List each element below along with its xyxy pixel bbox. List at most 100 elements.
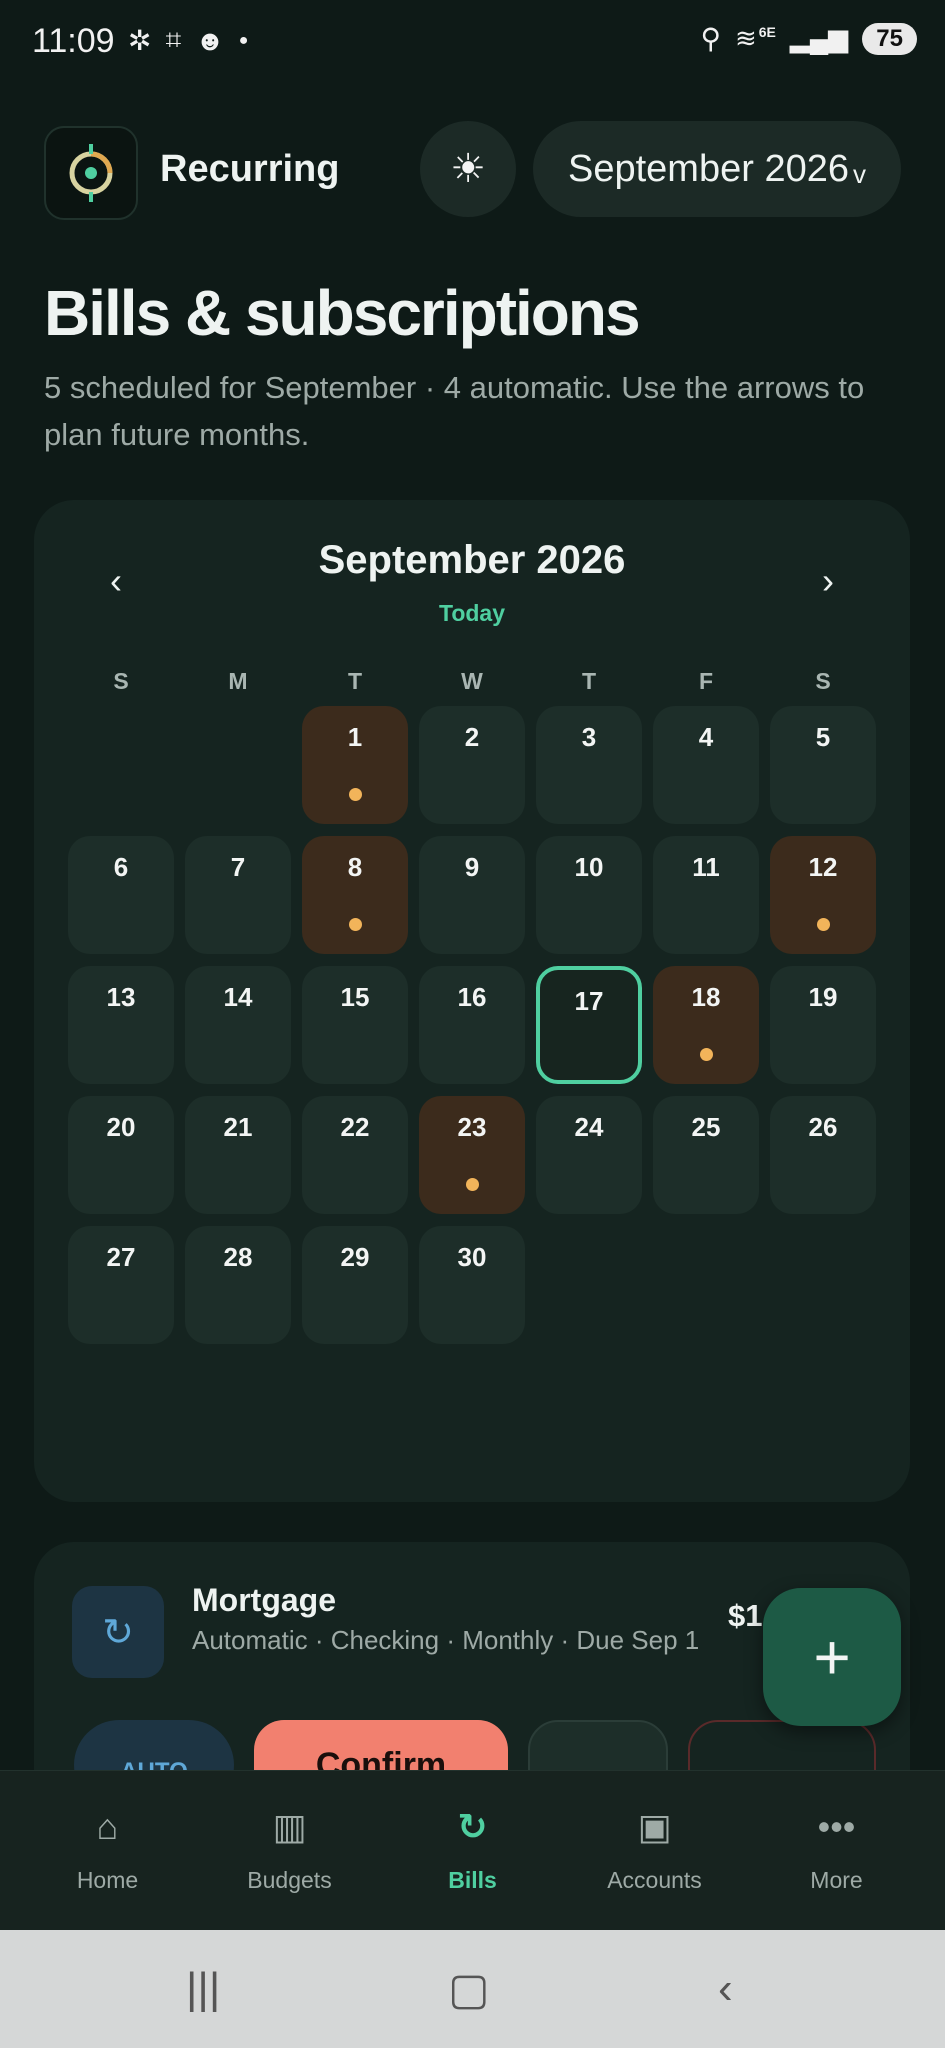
theme-toggle-button[interactable]: ☀ bbox=[420, 121, 516, 217]
page-subtitle: 5 scheduled for September · 4 automatic.… bbox=[44, 370, 865, 452]
calendar-day-number: 20 bbox=[106, 1112, 136, 1142]
calendar-day[interactable]: 16 bbox=[419, 966, 525, 1084]
prev-month-button[interactable]: ‹ bbox=[110, 560, 122, 602]
accounts-icon: ▣ bbox=[637, 1806, 672, 1847]
calendar-day-number: 26 bbox=[808, 1112, 838, 1142]
calendar-day[interactable]: 27 bbox=[68, 1226, 174, 1344]
budgets-icon: ▥ bbox=[272, 1806, 307, 1847]
calendar-day[interactable]: 4 bbox=[653, 706, 759, 824]
month-selector-label: September 2026 bbox=[568, 147, 849, 190]
today-button[interactable]: Today bbox=[34, 600, 910, 627]
calendar-day[interactable]: 1 bbox=[302, 706, 408, 824]
signal-icon: ▂▄▆ bbox=[789, 23, 849, 53]
calendar-day-number: 15 bbox=[340, 982, 370, 1012]
calendar-day[interactable]: 19 bbox=[770, 966, 876, 1084]
status-system-icons: ⚲ ≋ 6E ▂▄▆ 75 bbox=[700, 22, 917, 55]
app-logo bbox=[44, 126, 138, 220]
calendar-day[interactable]: 22 bbox=[302, 1096, 408, 1214]
calendar-day[interactable]: 15 bbox=[302, 966, 408, 1084]
location-icon: ⚲ bbox=[700, 23, 721, 54]
calendar-day[interactable]: 17 bbox=[536, 966, 642, 1084]
calendar-day-number: 13 bbox=[106, 982, 136, 1012]
nav-item-more[interactable]: ••• More bbox=[742, 1771, 931, 1931]
nav-label-budgets: Budgets bbox=[247, 1867, 332, 1893]
scan-icon: ⌗ bbox=[165, 24, 182, 55]
nav-label-accounts: Accounts bbox=[607, 1867, 702, 1893]
calendar-day-number: 24 bbox=[574, 1112, 604, 1142]
calendar-day-number: 2 bbox=[464, 722, 480, 752]
calendar-day[interactable]: 7 bbox=[185, 836, 291, 954]
calendar-day-number: 21 bbox=[223, 1112, 253, 1142]
weekday-header: T bbox=[581, 668, 597, 694]
status-notification-icons: ✲ ⌗ ☻ ● bbox=[128, 24, 248, 57]
calendar-day[interactable]: 8 bbox=[302, 836, 408, 954]
weekday-header: S bbox=[113, 668, 129, 694]
calendar-day[interactable]: 20 bbox=[68, 1096, 174, 1214]
home-button-icon[interactable]: ▢ bbox=[448, 1964, 490, 2015]
calendar-day[interactable]: 29 bbox=[302, 1226, 408, 1344]
weekday-header: M bbox=[228, 668, 248, 694]
wifi-icon: ≋ bbox=[734, 23, 757, 53]
calendar-day[interactable]: 28 bbox=[185, 1226, 291, 1344]
page-title: Bills & subscriptions bbox=[44, 277, 641, 349]
calendar-day[interactable]: 5 bbox=[770, 706, 876, 824]
calendar-day[interactable]: 2 bbox=[419, 706, 525, 824]
calendar-day[interactable]: 10 bbox=[536, 836, 642, 954]
calendar-day-number: 7 bbox=[230, 852, 246, 882]
calendar-day[interactable]: 26 bbox=[770, 1096, 876, 1214]
dot-icon: ● bbox=[238, 31, 249, 49]
calendar-day[interactable]: 24 bbox=[536, 1096, 642, 1214]
bill-due-dot bbox=[817, 918, 830, 931]
calendar-day[interactable]: 23 bbox=[419, 1096, 525, 1214]
back-icon[interactable]: ‹ bbox=[718, 1964, 733, 2014]
next-month-button[interactable]: › bbox=[822, 560, 834, 602]
calendar-day-number: 8 bbox=[347, 852, 363, 882]
calendar-title: September 2026 bbox=[318, 538, 626, 582]
nav-label-home: Home bbox=[76, 1867, 139, 1893]
home-icon: ⌂ bbox=[96, 1806, 119, 1847]
calendar-day-number: 18 bbox=[691, 982, 721, 1012]
weekday-header: W bbox=[461, 668, 483, 694]
calendar-day[interactable]: 9 bbox=[419, 836, 525, 954]
nav-item-bills[interactable]: ↻ Bills bbox=[378, 1771, 567, 1931]
bills-icon: ↻ bbox=[457, 1806, 488, 1847]
calendar-day[interactable]: 6 bbox=[68, 836, 174, 954]
bill-meta: Automatic · Checking · Monthly · Due Sep… bbox=[192, 1625, 700, 1655]
calendar-day[interactable]: 13 bbox=[68, 966, 174, 1084]
logo-icon bbox=[69, 144, 113, 202]
calendar-day-number: 12 bbox=[808, 852, 838, 882]
bottom-nav: ⌂ Home ▥ Budgets ↻ Bills ▣ Accounts ••• … bbox=[0, 1770, 945, 1931]
calendar-day[interactable]: 25 bbox=[653, 1096, 759, 1214]
calendar-day-number: 27 bbox=[106, 1242, 136, 1272]
add-bill-button[interactable]: + bbox=[763, 1588, 901, 1726]
reddit-icon: ☻ bbox=[195, 24, 225, 56]
calendar-day[interactable]: 30 bbox=[419, 1226, 525, 1344]
network-label: 6E bbox=[758, 23, 776, 40]
nav-label-bills: Bills bbox=[448, 1867, 497, 1893]
calendar-day[interactable]: 11 bbox=[653, 836, 759, 954]
calendar-day-number: 4 bbox=[698, 722, 714, 752]
month-selector[interactable]: September 2026 v bbox=[533, 121, 901, 217]
calendar-day-number: 19 bbox=[808, 982, 838, 1012]
calendar-day-number: 6 bbox=[113, 852, 129, 882]
bill-due-dot bbox=[466, 1178, 479, 1191]
calendar-day[interactable]: 14 bbox=[185, 966, 291, 1084]
calendar-day-number: 14 bbox=[223, 982, 253, 1012]
weekday-header: F bbox=[698, 668, 714, 694]
recent-apps-icon[interactable]: ||| bbox=[186, 1964, 220, 2014]
nav-item-budgets[interactable]: ▥ Budgets bbox=[195, 1771, 384, 1931]
calendar-card: September 2026 Today ‹ › SMTWTFS12345678… bbox=[34, 500, 910, 1502]
nav-item-home[interactable]: ⌂ Home bbox=[13, 1771, 202, 1931]
bill-due-dot bbox=[349, 788, 362, 801]
battery-indicator: 75 bbox=[862, 22, 917, 55]
calendar-day[interactable]: 21 bbox=[185, 1096, 291, 1214]
calendar-day-number: 5 bbox=[815, 722, 831, 752]
calendar-day-number: 30 bbox=[457, 1242, 487, 1272]
calendar-day[interactable]: 12 bbox=[770, 836, 876, 954]
nav-item-accounts[interactable]: ▣ Accounts bbox=[560, 1771, 749, 1931]
recurring-icon: ↻ bbox=[72, 1586, 164, 1678]
calendar-day-number: 10 bbox=[574, 852, 604, 882]
calendar-day[interactable]: 3 bbox=[536, 706, 642, 824]
chevron-down-icon: v bbox=[852, 158, 866, 189]
calendar-day[interactable]: 18 bbox=[653, 966, 759, 1084]
